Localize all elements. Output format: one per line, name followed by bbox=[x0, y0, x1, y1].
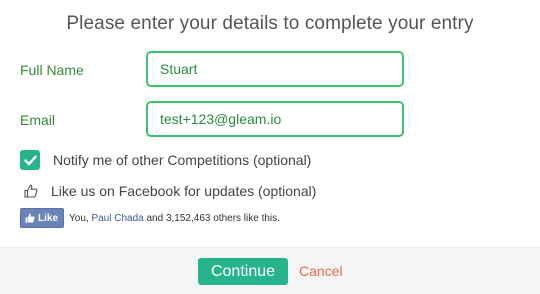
social-prefix: You, bbox=[69, 212, 89, 224]
full-name-input[interactable] bbox=[146, 51, 404, 87]
modal-footer: Continue Cancel bbox=[0, 247, 540, 294]
facebook-like-option: Like us on Facebook for updates (optiona… bbox=[24, 181, 316, 201]
email-label: Email bbox=[20, 112, 56, 128]
facebook-like-widget: Like You, Paul Chada and 3,152,463 other… bbox=[20, 208, 280, 228]
facebook-thumb-icon bbox=[25, 213, 35, 223]
notify-checkbox[interactable] bbox=[20, 150, 40, 170]
thumbs-up-icon bbox=[24, 184, 38, 198]
facebook-social-text: You, Paul Chada and 3,152,463 others lik… bbox=[69, 213, 280, 224]
facebook-like-button[interactable]: Like bbox=[20, 208, 65, 228]
full-name-label: Full Name bbox=[20, 62, 84, 78]
cancel-link[interactable]: Cancel bbox=[299, 263, 343, 279]
entry-details-modal: Please enter your details to complete yo… bbox=[0, 0, 540, 294]
social-suffix: and 3,152,463 others like this. bbox=[146, 212, 280, 224]
continue-button[interactable]: Continue bbox=[198, 258, 288, 285]
like-button-label: Like bbox=[38, 212, 59, 224]
friend-link[interactable]: Paul Chada bbox=[91, 213, 143, 224]
modal-title: Please enter your details to complete yo… bbox=[66, 13, 474, 34]
checkmark-icon bbox=[23, 155, 37, 165]
notify-option[interactable]: Notify me of other Competitions (optiona… bbox=[20, 149, 311, 171]
facebook-like-label: Like us on Facebook for updates (optiona… bbox=[51, 183, 317, 199]
email-input[interactable] bbox=[146, 101, 404, 137]
notify-label: Notify me of other Competitions (optiona… bbox=[53, 152, 312, 168]
